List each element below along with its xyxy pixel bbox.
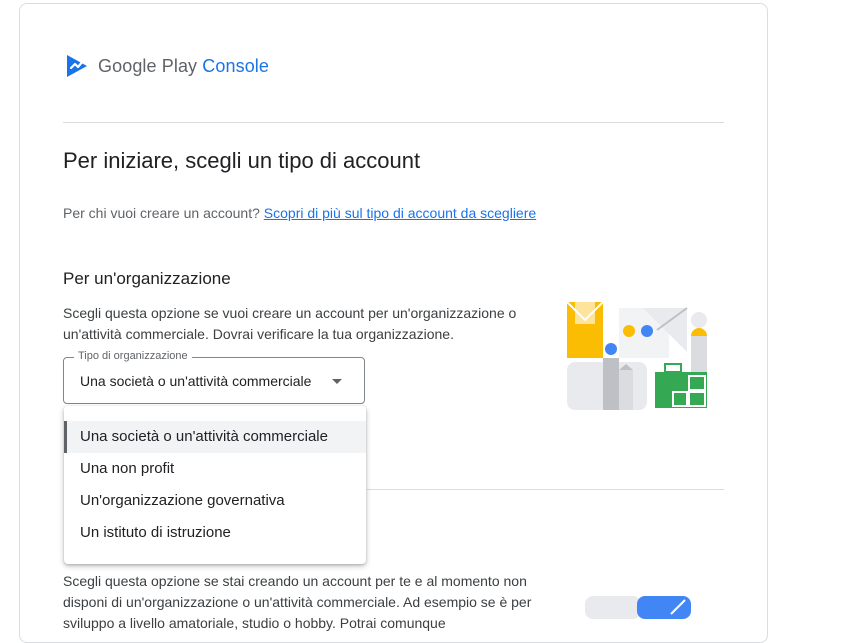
- subtitle-text: Per chi vuoi creare un account?: [63, 205, 260, 221]
- organization-section-description: Scegli questa opzione se vuoi creare un …: [63, 305, 517, 342]
- option-government[interactable]: Un'organizzazione governativa: [64, 485, 366, 517]
- logo-text-console: Console: [202, 55, 270, 76]
- page-subtitle: Per chi vuoi creare un account? Scopri d…: [63, 205, 536, 221]
- option-nonprofit[interactable]: Una non profit: [64, 453, 366, 485]
- organization-section-title: Per un'organizzazione: [63, 269, 231, 288]
- page-title: Per iniziare, scegli un tipo di account: [63, 148, 421, 173]
- personal-illustration: [585, 596, 691, 619]
- play-console-logo: Google Play Console: [64, 52, 269, 80]
- organization-type-value: Una società o un'attività commerciale: [80, 373, 312, 389]
- personal-section-description: Scegli questa opzione se stai creando un…: [63, 573, 532, 631]
- logo-text-google-play: Google Play: [98, 55, 198, 76]
- section-divider: [367, 489, 724, 490]
- organization-type-dropdown: Una società o un'attività commerciale Un…: [64, 406, 366, 564]
- logo-text: Google Play Console: [98, 56, 269, 77]
- option-company[interactable]: Una società o un'attività commerciale: [64, 421, 366, 453]
- caret-down-icon: [332, 379, 342, 384]
- organization-illustration: [567, 302, 709, 410]
- organization-type-select[interactable]: Tipo di organizzazione Una società o un'…: [63, 350, 365, 404]
- learn-more-link[interactable]: Scopri di più sul tipo di account da sce…: [264, 205, 536, 221]
- organization-type-label: Tipo di organizzazione: [74, 350, 192, 362]
- option-education[interactable]: Un istituto di istruzione: [64, 517, 366, 549]
- play-console-icon: [67, 55, 87, 77]
- header-divider: [63, 122, 724, 123]
